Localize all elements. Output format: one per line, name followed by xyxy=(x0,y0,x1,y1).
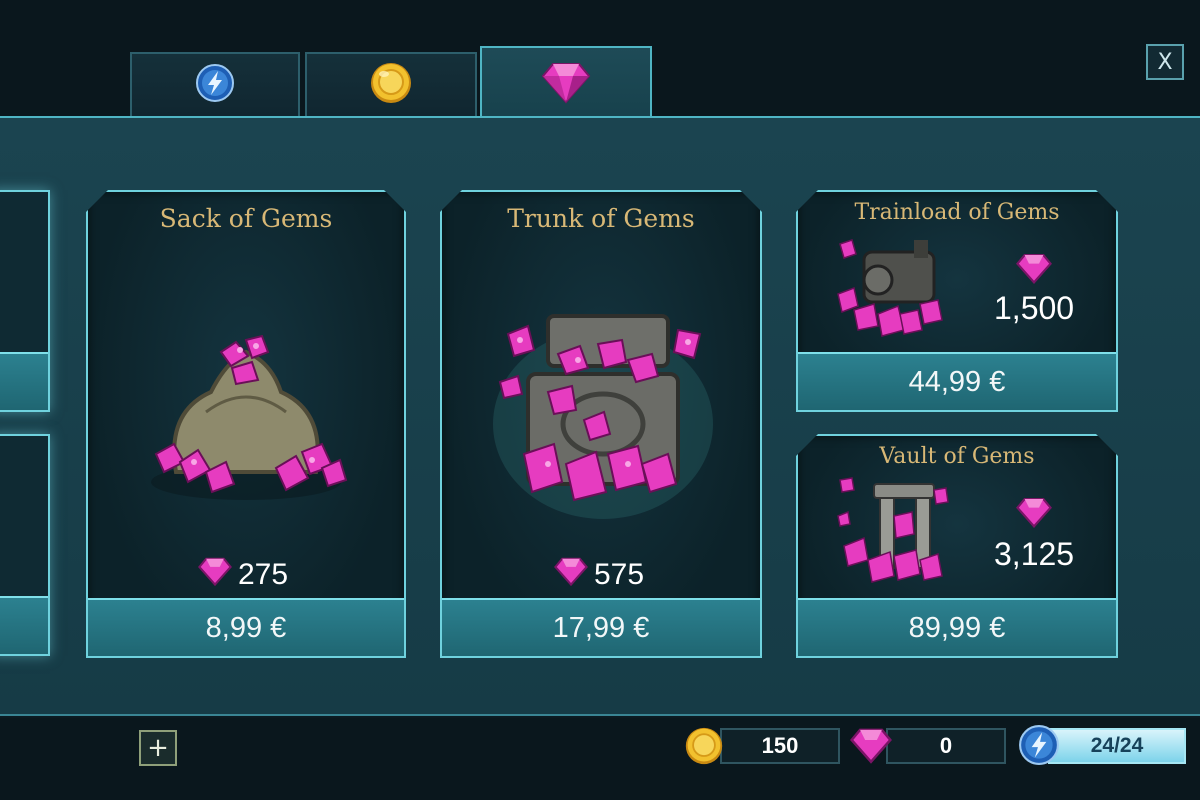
coin-icon xyxy=(684,726,724,771)
gem-icon xyxy=(1016,496,1052,533)
offer-price-button[interactable]: 17,99 € xyxy=(442,598,760,656)
energy-value: 24/24 xyxy=(1090,734,1144,757)
offer-gem-amount: 275 xyxy=(198,556,288,594)
gem-balance-value: 0 xyxy=(939,733,953,758)
coin-icon xyxy=(369,61,413,110)
gem-icon xyxy=(198,556,238,594)
gem-balance: 0 xyxy=(886,728,1006,764)
gem-icon xyxy=(541,60,591,109)
gem-train-icon xyxy=(834,234,954,349)
energy-icon xyxy=(1018,724,1060,771)
offer-price-button[interactable]: 8,99 € xyxy=(88,598,404,656)
offer-title: Vault of Gems xyxy=(879,444,1035,469)
offer-title: Sack of Gems xyxy=(159,204,333,233)
energy-icon xyxy=(195,63,235,108)
offer-gem-count: 3,125 xyxy=(994,536,1075,572)
offer-title: Trainload of Gems xyxy=(854,200,1060,225)
close-button[interactable]: X xyxy=(1146,44,1184,80)
add-button[interactable]: + xyxy=(139,730,177,766)
offscreen-price-bar xyxy=(0,596,48,654)
tab-coins[interactable] xyxy=(305,52,477,116)
offscreen-offer-card-bottom[interactable] xyxy=(0,434,50,656)
offscreen-price-bar xyxy=(0,352,48,410)
offer-title: Trunk of Gems xyxy=(507,204,695,233)
offer-gem-count: 275 xyxy=(238,558,289,591)
gem-sack-icon xyxy=(136,322,356,517)
gem-icon xyxy=(1016,252,1052,289)
offer-card-trainload[interactable]: Trainload of Gems 1,500 44,99 € xyxy=(796,190,1118,412)
coin-balance: 150 xyxy=(720,728,840,764)
offer-price-button[interactable]: 44,99 € xyxy=(798,352,1116,410)
gem-icon xyxy=(850,726,892,769)
gem-icon xyxy=(554,556,594,594)
gem-vault-icon xyxy=(834,476,954,597)
coin-balance-value: 150 xyxy=(761,733,799,758)
offer-gem-count: 575 xyxy=(594,558,645,591)
tab-gems[interactable] xyxy=(480,46,652,120)
gem-trunk-icon xyxy=(488,304,718,529)
offer-card-trunk[interactable]: Trunk of Gems 575 17,99 € xyxy=(440,190,762,658)
offer-card-sack[interactable]: Sack of Gems 275 8,99 € xyxy=(86,190,406,658)
energy-meter: 24/24 xyxy=(1048,728,1186,764)
offer-gem-amount: 575 xyxy=(554,556,644,594)
offscreen-offer-card-top[interactable] xyxy=(0,190,50,412)
offer-price-button[interactable]: 89,99 € xyxy=(798,598,1116,656)
offer-gem-count: 1,500 xyxy=(994,290,1075,326)
tab-energy[interactable] xyxy=(130,52,300,116)
offer-card-vault[interactable]: Vault of Gems 3,125 89,99 € xyxy=(796,434,1118,658)
